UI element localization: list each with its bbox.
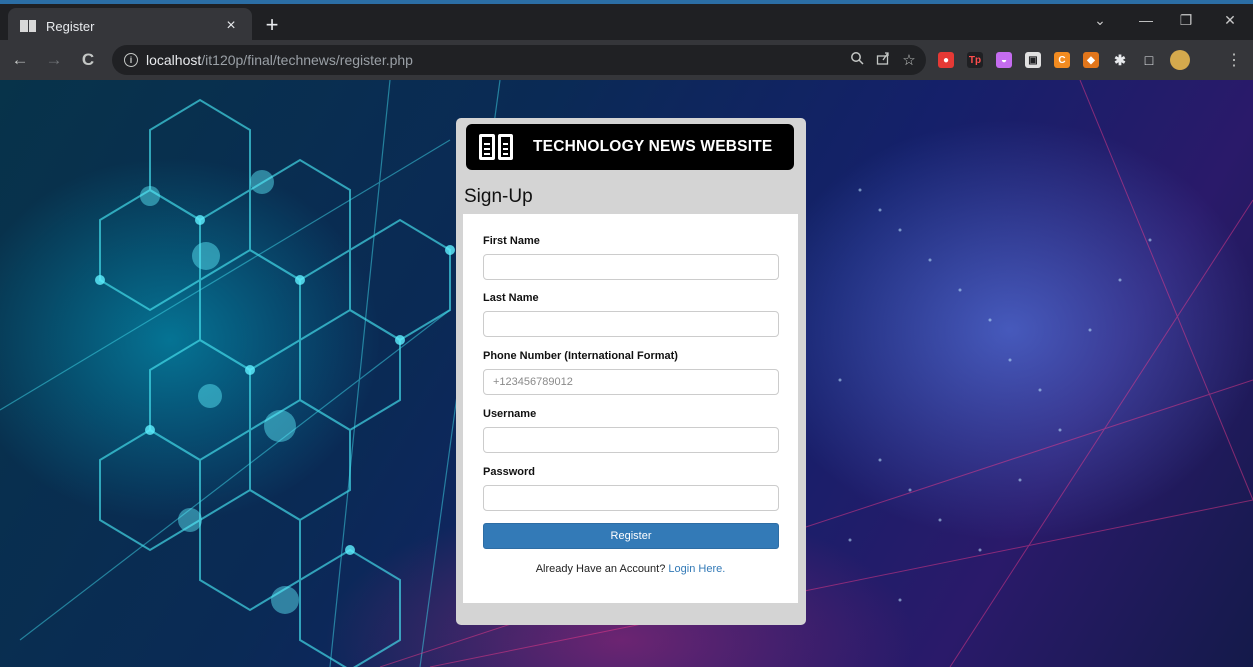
- url-host: localhost: [146, 52, 202, 68]
- ext-box-icon[interactable]: ▣: [1025, 52, 1041, 68]
- site-title: TECHNOLOGY NEWS WEBSITE: [533, 138, 773, 155]
- new-tab-button[interactable]: +: [260, 12, 284, 38]
- extensions-puzzle-icon[interactable]: ✱: [1112, 52, 1128, 68]
- password-input[interactable]: [483, 485, 779, 511]
- site-info-icon[interactable]: i: [124, 53, 138, 67]
- ext-red-icon[interactable]: ●: [938, 52, 954, 68]
- username-label: Username: [483, 408, 537, 420]
- news-favicon-icon: [20, 20, 36, 32]
- register-form: First Name Last Name Phone Number (Inter…: [463, 214, 798, 603]
- register-card: TECHNOLOGY NEWS WEBSITE Sign-Up First Na…: [456, 118, 806, 625]
- ext-pocket-icon[interactable]: ◒: [996, 52, 1012, 68]
- browser-menu-icon[interactable]: ⋮: [1226, 50, 1242, 70]
- tab-title: Register: [46, 18, 95, 34]
- last-name-input[interactable]: [483, 311, 779, 337]
- page-background: TECHNOLOGY NEWS WEBSITE Sign-Up First Na…: [0, 80, 1253, 667]
- close-tab-icon[interactable]: ×: [222, 17, 240, 35]
- login-link[interactable]: Login Here.: [668, 563, 725, 575]
- page-title: Sign-Up: [464, 186, 533, 207]
- back-arrow-icon[interactable]: ←: [6, 50, 34, 70]
- sidepanel-icon[interactable]: □: [1141, 52, 1157, 68]
- reload-icon[interactable]: C: [74, 50, 102, 70]
- login-prompt-line: Already Have an Account? Login Here.: [463, 563, 798, 575]
- last-name-label: Last Name: [483, 292, 539, 304]
- close-window-button[interactable]: ✕: [1207, 12, 1253, 29]
- login-prompt-text: Already Have an Account?: [535, 563, 666, 575]
- bookmark-star-icon[interactable]: ☆: [896, 51, 922, 69]
- tab-search-icon[interactable]: ⌄: [1077, 12, 1123, 29]
- restore-button[interactable]: ❐: [1163, 12, 1209, 29]
- ext-fox-icon[interactable]: ◆: [1083, 52, 1099, 68]
- browser-tab[interactable]: Register ×: [8, 8, 252, 44]
- phone-label: Phone Number (International Format): [483, 350, 678, 362]
- ext-c-icon[interactable]: C: [1054, 52, 1070, 68]
- browser-tabstrip: Register × + ⌄ — ❐ ✕: [0, 0, 1253, 44]
- newspaper-logo-icon: [479, 134, 513, 160]
- profile-avatar-icon[interactable]: [1170, 50, 1190, 70]
- phone-input[interactable]: [483, 369, 779, 395]
- password-label: Password: [483, 466, 535, 478]
- ext-tp-icon[interactable]: Tp: [967, 52, 983, 68]
- first-name-label: First Name: [483, 235, 540, 247]
- address-bar[interactable]: i localhost/it120p/final/technews/regist…: [112, 45, 926, 75]
- extensions-bar: ● Tp ◒ ▣ C ◆ ✱ □: [938, 40, 1203, 80]
- share-icon[interactable]: [870, 51, 896, 69]
- username-input[interactable]: [483, 427, 779, 453]
- forward-arrow-icon[interactable]: →: [40, 50, 68, 70]
- zoom-icon[interactable]: [844, 51, 870, 69]
- url-path: /it120p/final/technews/register.php: [201, 52, 413, 68]
- register-button[interactable]: Register: [483, 523, 779, 549]
- site-banner: TECHNOLOGY NEWS WEBSITE: [466, 124, 794, 170]
- first-name-input[interactable]: [483, 254, 779, 280]
- browser-toolbar: ← → C i localhost/it120p/final/technews/…: [0, 40, 1253, 80]
